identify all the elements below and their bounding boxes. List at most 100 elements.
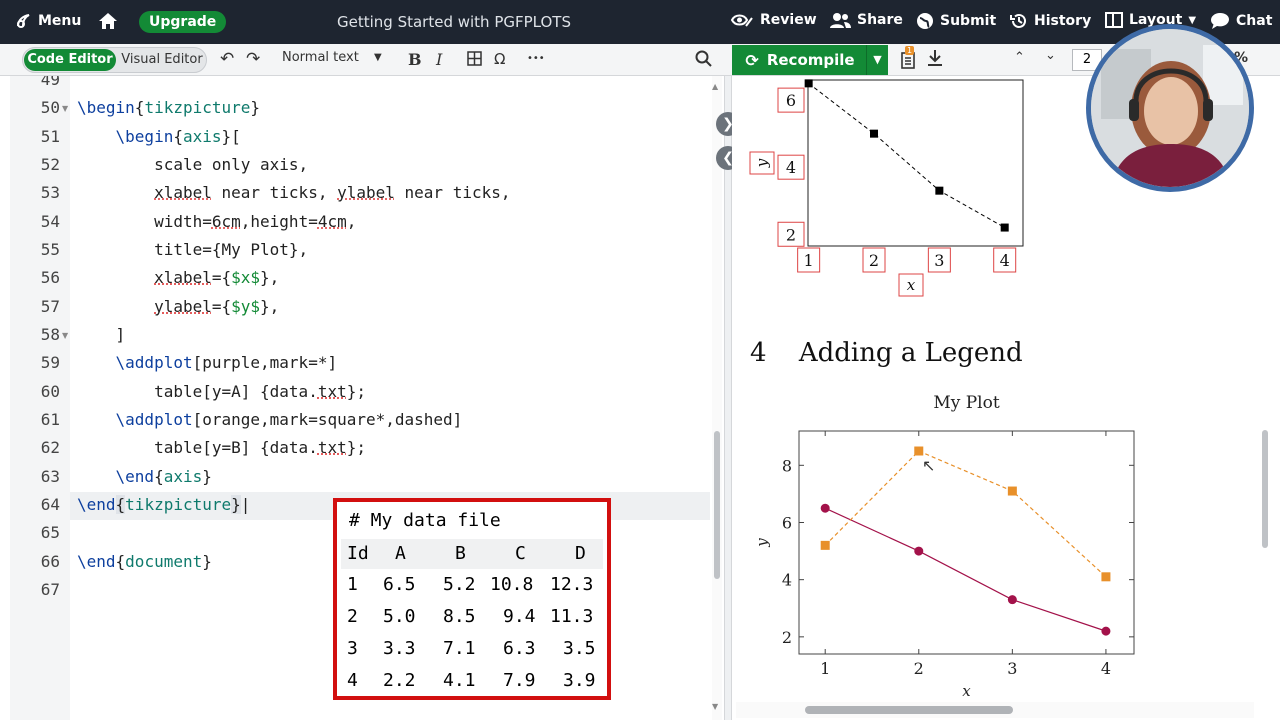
project-title[interactable]: Getting Started with PGFPLOTS bbox=[337, 13, 571, 31]
pdf-scrollbar-thumb[interactable] bbox=[1262, 430, 1268, 548]
previous-page-icon[interactable]: ⌃ bbox=[1014, 50, 1025, 65]
italic-button[interactable]: I bbox=[436, 50, 442, 69]
code-line[interactable]: ylabel={$y$}, bbox=[77, 297, 279, 316]
series-line bbox=[808, 82, 1005, 228]
y-tick-label: 8 bbox=[782, 456, 792, 475]
line-number: 49 bbox=[40, 76, 60, 89]
line-number: 58 bbox=[40, 325, 60, 344]
table-cell: 3 bbox=[347, 638, 358, 659]
upgrade-button[interactable]: Upgrade bbox=[139, 11, 227, 33]
data-point-marker bbox=[1000, 223, 1009, 232]
insert-table-icon[interactable] bbox=[467, 51, 482, 70]
series-line bbox=[824, 507, 1107, 632]
line-number: 62 bbox=[40, 438, 60, 457]
editor-scrollbar-thumb[interactable] bbox=[714, 431, 720, 579]
y-axis-label: y bbox=[753, 538, 771, 548]
review-label: Review bbox=[760, 12, 817, 28]
x-tick-label: 4 bbox=[1000, 251, 1010, 270]
data-point-marker bbox=[1007, 486, 1017, 496]
insert-symbol-button[interactable]: Ω bbox=[494, 50, 505, 68]
code-line[interactable]: ] bbox=[77, 325, 126, 344]
fold-marker-icon[interactable]: ▼ bbox=[62, 104, 68, 113]
code-line[interactable]: \end{document} bbox=[77, 552, 212, 571]
table-cell: 8.5 bbox=[443, 606, 476, 627]
text-style-dropdown[interactable]: Normal text ▼ bbox=[282, 50, 382, 65]
submit-button[interactable]: Submit bbox=[916, 12, 996, 30]
more-options-button[interactable]: ••• bbox=[527, 53, 545, 64]
review-button[interactable]: Review bbox=[730, 12, 817, 28]
table-header-cell: C bbox=[515, 543, 526, 564]
code-line[interactable]: width=6cm,height=4cm, bbox=[77, 212, 356, 231]
line-number: 65 bbox=[40, 523, 60, 542]
history-button[interactable]: History bbox=[1010, 12, 1091, 30]
table-cell: 4 bbox=[347, 670, 358, 691]
table-header-cell: B bbox=[455, 543, 466, 564]
code-line[interactable]: table[y=A] {data.txt}; bbox=[77, 382, 366, 401]
bold-button[interactable]: B bbox=[408, 50, 422, 69]
code-line[interactable]: \end{axis} bbox=[77, 467, 212, 486]
pdf-horizontal-scrollbar-thumb[interactable] bbox=[805, 706, 1013, 714]
globe-icon bbox=[917, 13, 933, 29]
line-number: 63 bbox=[40, 467, 60, 486]
code-line[interactable]: \begin{axis}[ bbox=[77, 127, 241, 146]
legend-plot-chart: My Plot 1 2 3 4 2 4 6 8 y x bbox=[753, 393, 1135, 700]
redo-icon[interactable]: ↷ bbox=[246, 49, 260, 69]
code-line[interactable]: \end{tikzpicture}| bbox=[77, 495, 250, 514]
next-page-icon[interactable]: ⌄ bbox=[1045, 48, 1056, 63]
editor-toolbar: Code Editor Visual Editor ↶ ↷ Normal tex… bbox=[0, 44, 1280, 76]
undo-icon[interactable]: ↶ bbox=[220, 49, 234, 69]
scroll-up-icon[interactable]: ▲ bbox=[712, 82, 718, 91]
plot-frame bbox=[807, 79, 1024, 247]
download-icon[interactable] bbox=[927, 49, 943, 71]
code-line[interactable]: table[y=B] {data.txt}; bbox=[77, 438, 366, 457]
recompile-options-caret[interactable]: ▼ bbox=[866, 45, 888, 75]
pane-divider[interactable] bbox=[724, 76, 732, 720]
submit-label: Submit bbox=[940, 13, 997, 29]
data-point-marker bbox=[914, 546, 924, 556]
code-line[interactable]: \begin{tikzpicture} bbox=[77, 98, 260, 117]
table-cell: 3.9 bbox=[563, 670, 596, 691]
code-line[interactable]: title={My Plot}, bbox=[77, 240, 308, 259]
code-line[interactable]: \addplot[orange,mark=square*,dashed] bbox=[77, 410, 463, 429]
home-button[interactable] bbox=[98, 12, 118, 30]
line-number: 55 bbox=[40, 240, 60, 259]
menu-label: Menu bbox=[38, 13, 82, 29]
y-tick-label: 4 bbox=[786, 158, 796, 177]
table-cell: 10.8 bbox=[490, 574, 534, 595]
logs-icon[interactable]: 1 bbox=[900, 46, 916, 73]
search-icon[interactable] bbox=[695, 50, 712, 71]
data-point-marker bbox=[1101, 626, 1111, 636]
share-button[interactable]: Share bbox=[829, 12, 903, 28]
line-number: 52 bbox=[40, 155, 60, 174]
presenter-webcam bbox=[1086, 24, 1254, 192]
code-editor-tab[interactable]: Code Editor bbox=[24, 49, 116, 71]
section-heading: 4 Adding a Legend bbox=[750, 338, 1023, 368]
code-line[interactable]: \addplot[purple,mark=*] bbox=[77, 353, 338, 372]
x-tick-label: 1 bbox=[820, 659, 830, 678]
scroll-down-icon[interactable]: ▼ bbox=[712, 702, 718, 711]
data-point-marker bbox=[1007, 595, 1017, 605]
code-line[interactable]: scale only axis, bbox=[77, 155, 308, 174]
data-point-marker bbox=[820, 503, 830, 513]
code-line[interactable]: xlabel near ticks, ylabel near ticks, bbox=[77, 183, 510, 202]
line-number: 59 bbox=[40, 353, 60, 372]
editor-mode-toggle[interactable]: Code Editor Visual Editor bbox=[22, 47, 207, 73]
recompile-button[interactable]: ⟳ Recompile bbox=[732, 45, 888, 75]
table-cell: 2 bbox=[347, 606, 358, 627]
line-number: 64 bbox=[40, 495, 60, 514]
x-tick-label: 1 bbox=[804, 251, 814, 270]
code-line[interactable]: xlabel={$x$}, bbox=[77, 268, 279, 287]
menu-button[interactable]: Menu bbox=[14, 12, 81, 30]
line-number: 57 bbox=[40, 297, 60, 316]
editor-scrollbar[interactable] bbox=[712, 76, 722, 720]
y-axis-label: y bbox=[753, 158, 771, 168]
chat-button[interactable]: Chat bbox=[1210, 12, 1272, 30]
chat-label: Chat bbox=[1236, 13, 1273, 29]
data-point-marker bbox=[870, 129, 879, 138]
y-tick-label: 2 bbox=[786, 225, 796, 244]
visual-editor-tab[interactable]: Visual Editor bbox=[119, 49, 205, 71]
logs-badge: 1 bbox=[905, 46, 915, 55]
y-tick-label: 6 bbox=[786, 91, 796, 110]
fold-marker-icon[interactable]: ▼ bbox=[62, 331, 68, 340]
series-line bbox=[824, 450, 1107, 578]
